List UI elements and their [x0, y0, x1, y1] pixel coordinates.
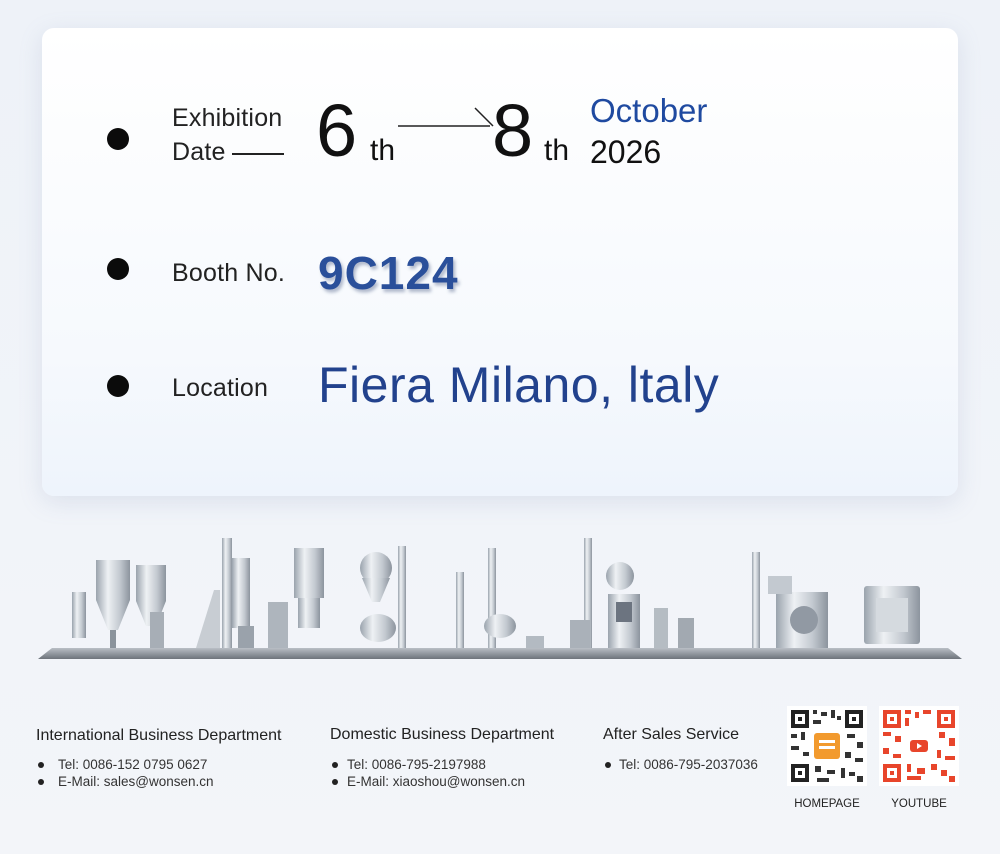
start-day-suffix: th — [370, 134, 396, 167]
bullet-icon — [107, 375, 129, 397]
location-label: Location — [172, 374, 269, 402]
booth-number: 9C124 — [318, 247, 459, 299]
label-dash — [232, 153, 284, 155]
exhibition-info-card: Exhibition Date 6 th 8 th October 2026 B… — [42, 28, 958, 496]
bullet-icon — [38, 779, 44, 785]
international-email[interactable]: E-Mail: sales@wonsen.cn — [58, 774, 214, 789]
booth-label: Booth No. — [172, 259, 285, 287]
youtube-qr-caption: YOUTUBE — [891, 798, 947, 810]
domestic-tel: Tel: 0086-795-2197988 — [347, 757, 486, 772]
location-value: Fiera Milano, ltaly — [318, 357, 720, 413]
after-sales-tel: Tel: 0086-795-2037036 — [619, 757, 758, 772]
bullet-icon — [332, 779, 338, 785]
exhibition-date-label-line2: Date — [172, 138, 226, 166]
domestic-dept-title: Domestic Business Department — [330, 726, 555, 743]
bullet-icon — [107, 128, 129, 150]
domestic-email[interactable]: E-Mail: xiaoshou@wonsen.cn — [347, 774, 525, 789]
homepage-qr-code-icon[interactable] — [787, 706, 867, 786]
event-year: 2026 — [590, 134, 662, 170]
bullet-icon — [107, 258, 129, 280]
after-sales-title: After Sales Service — [603, 726, 740, 743]
end-day: 8 — [492, 89, 534, 172]
equipment-line-illustration — [38, 538, 962, 659]
end-day-suffix: th — [544, 134, 570, 167]
start-day: 6 — [316, 89, 358, 172]
arrow-line-icon — [398, 107, 494, 127]
exhibition-date-label-line1: Exhibition — [172, 104, 283, 132]
homepage-qr-caption: HOMEPAGE — [794, 798, 860, 810]
international-dept-title: International Business Department — [36, 727, 282, 744]
bullet-icon — [332, 762, 338, 768]
youtube-qr-code-icon[interactable] — [879, 706, 959, 786]
bullet-icon — [38, 762, 44, 768]
international-tel: Tel: 0086-152 0795 0627 — [58, 757, 208, 772]
event-month: October — [590, 92, 708, 129]
bullet-icon — [605, 762, 611, 768]
